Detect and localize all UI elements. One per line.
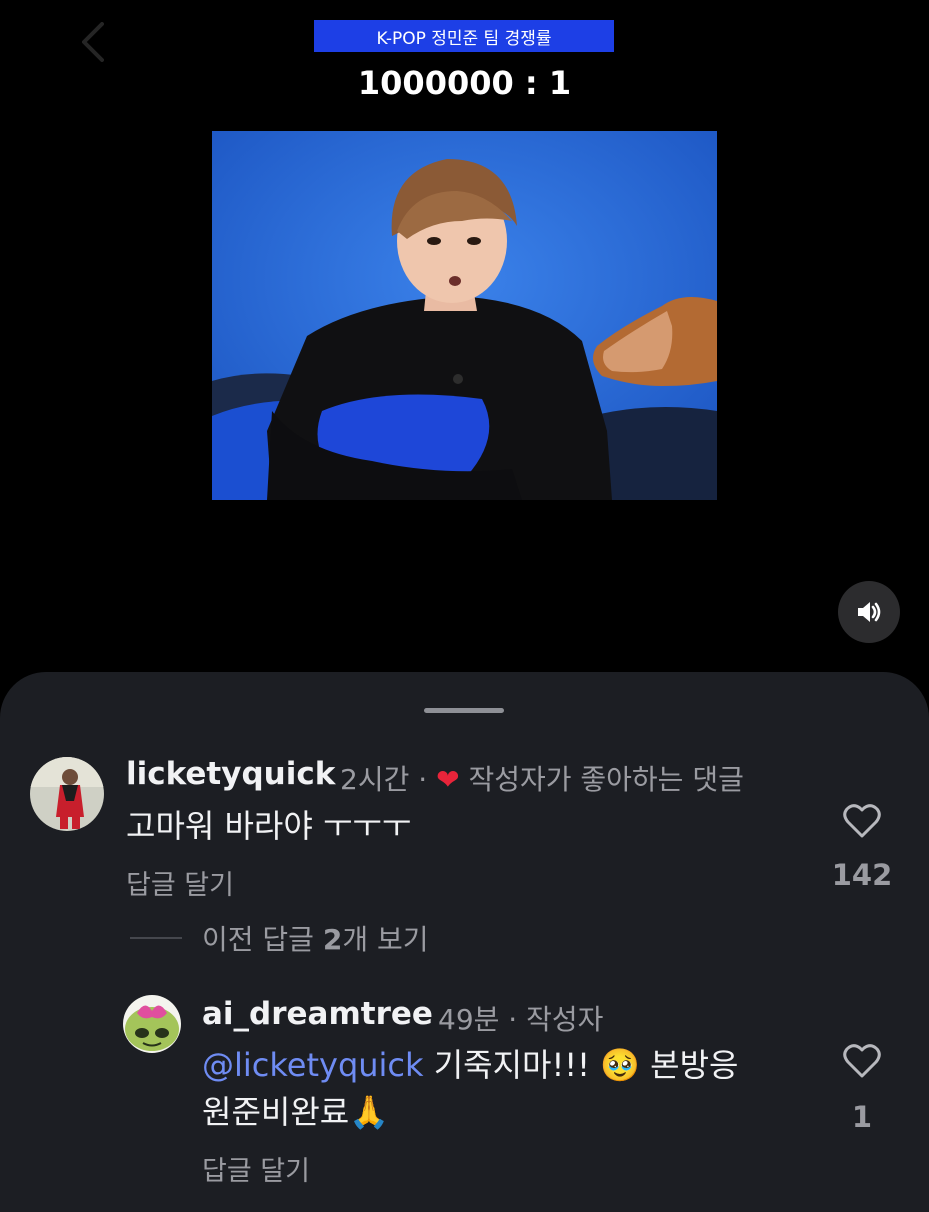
view-replies-prefix: 이전 답글 xyxy=(202,923,323,956)
competition-ratio: 1000000 : 1 xyxy=(357,64,572,102)
heart-filled-icon: ❤ xyxy=(436,763,460,796)
reply-time: 49분 xyxy=(438,1003,500,1036)
avatar-image xyxy=(123,995,181,1053)
reply-text-line1: 기죽지마!!! 🥹 본방응 xyxy=(423,1046,739,1084)
reply-text: @licketyquick 기죽지마!!! 🥹 본방응 xyxy=(202,1042,738,1089)
sound-toggle-button[interactable] xyxy=(838,581,900,643)
comment-username[interactable]: licketyquick xyxy=(126,756,335,792)
mention-link[interactable]: @licketyquick xyxy=(202,1046,424,1084)
view-replies-count: 2 xyxy=(322,923,343,956)
video-scene-image xyxy=(212,131,717,500)
avatar-image xyxy=(30,757,104,831)
reply-button[interactable]: 답글 달기 xyxy=(202,1149,310,1188)
replies-divider xyxy=(130,937,182,939)
meta-separator: · xyxy=(508,1003,518,1036)
comment-text: 고마워 바라야 ㅜㅜㅜ xyxy=(126,807,412,845)
author-badge: 작성자 xyxy=(526,1003,604,1036)
reply-text-line2: 원준비완료🙏 xyxy=(202,1093,390,1131)
view-replies-suffix: 개 보기 xyxy=(342,923,429,956)
like-count: 1 xyxy=(851,1100,873,1134)
creator-liked-label: 작성자가 좋아하는 댓글 xyxy=(468,763,744,796)
comment-time: 2시간 xyxy=(340,763,410,796)
video-caption-text: K-POP 정민준 팀 경쟁률 xyxy=(376,28,552,49)
avatar[interactable] xyxy=(30,757,104,831)
video-caption: K-POP 정민준 팀 경쟁률 xyxy=(314,20,614,52)
like-count: 142 xyxy=(831,858,893,892)
speaker-icon xyxy=(858,602,881,622)
comments-sheet: licketyquick 2시간 · ❤ 작성자가 좋아하는 댓글 고마워 바라… xyxy=(0,672,929,1212)
sheet-drag-handle[interactable] xyxy=(424,708,504,713)
reply-username[interactable]: ai_dreamtree xyxy=(202,996,433,1032)
view-replies-button[interactable]: 이전 답글 2개 보기 xyxy=(202,918,429,958)
heart-outline-icon[interactable] xyxy=(842,802,882,840)
meta-separator: · xyxy=(418,763,428,796)
avatar[interactable] xyxy=(123,995,181,1053)
reply-meta: 49분 · 작성자 xyxy=(438,998,603,1038)
comment-meta: 2시간 · ❤ 작성자가 좋아하는 댓글 xyxy=(340,758,744,798)
heart-outline-icon[interactable] xyxy=(842,1042,882,1080)
video-frame[interactable] xyxy=(212,131,717,500)
reply-button[interactable]: 답글 달기 xyxy=(126,863,234,902)
back-button[interactable] xyxy=(70,18,114,66)
chevron-left-icon xyxy=(82,22,104,62)
